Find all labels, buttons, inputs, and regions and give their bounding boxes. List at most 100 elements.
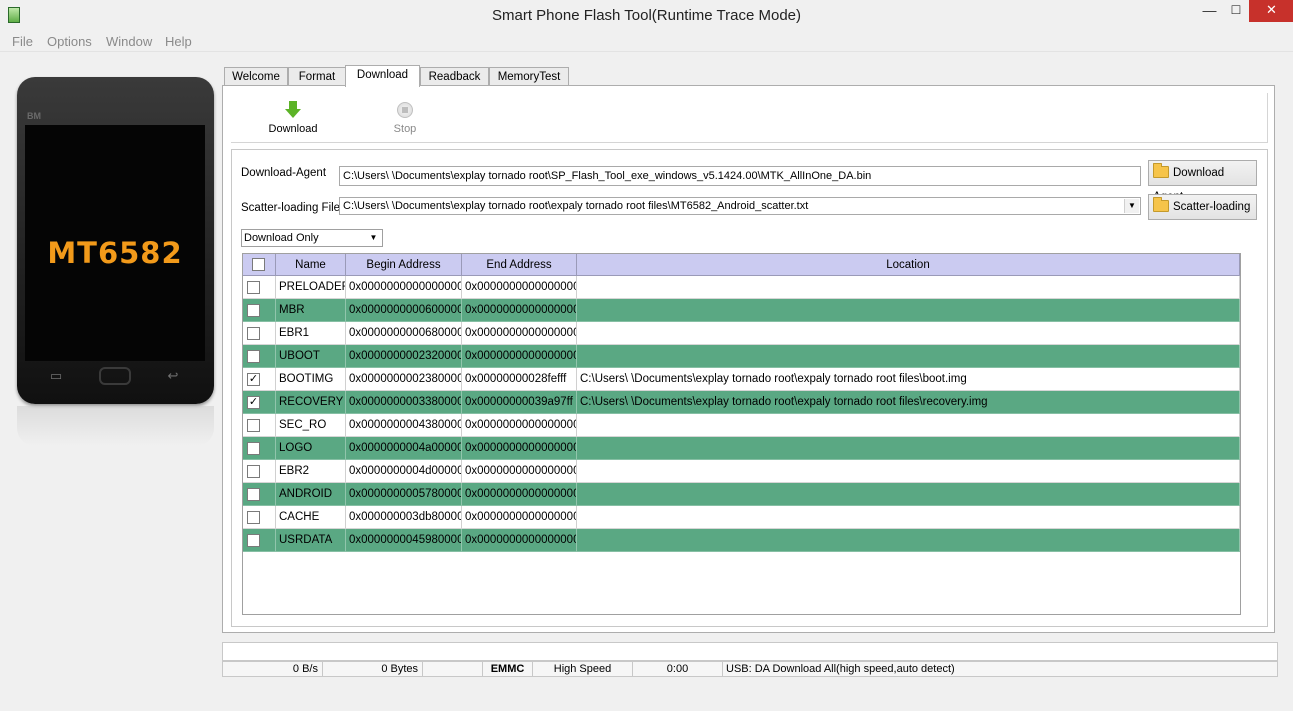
table-row[interactable]: EBR1 0x0000000000680000 0x0000000000000000 [243, 322, 1240, 345]
table-row[interactable]: CACHE 0x000000003db80000 0x000000000000000… [243, 506, 1240, 529]
phone-home-key-icon [99, 367, 131, 385]
location[interactable] [577, 414, 1240, 437]
table-row[interactable]: SEC_RO 0x0000000004380000 0x00000000000000… [243, 414, 1240, 437]
status-message: USB: DA Download All(high speed,auto det… [726, 663, 955, 675]
partition-name: PRELOADER [276, 276, 346, 299]
tab-readback[interactable]: Readback [420, 67, 489, 87]
row-checkbox[interactable] [247, 534, 260, 547]
tab-format[interactable]: Format [288, 67, 346, 87]
location[interactable] [577, 299, 1240, 322]
row-checkbox[interactable] [247, 281, 260, 294]
begin-address: 0x000000003db80000 [346, 506, 462, 529]
menu-bar: File Options Window Help [0, 31, 1293, 52]
row-checkbox-cell [243, 414, 276, 437]
scatter-loading-button[interactable]: Scatter-loading [1148, 194, 1257, 220]
row-checkbox-cell [243, 483, 276, 506]
column-header-name[interactable]: Name [276, 254, 346, 276]
row-checkbox[interactable]: ✓ [247, 373, 260, 386]
column-header-end-address[interactable]: End Address [462, 254, 577, 276]
location[interactable] [577, 506, 1240, 529]
stop-icon [397, 102, 413, 118]
phone-back-key-icon: ↩ [167, 368, 179, 383]
chevron-down-icon[interactable]: ▼ [1124, 199, 1139, 213]
end-address: 0x0000000000000000 [462, 529, 577, 552]
row-checkbox[interactable] [247, 511, 260, 524]
location[interactable] [577, 437, 1240, 460]
row-checkbox[interactable] [247, 350, 260, 363]
maximize-button[interactable]: ☐ [1223, 0, 1249, 22]
row-checkbox[interactable] [247, 465, 260, 478]
tab-memorytest[interactable]: MemoryTest [489, 67, 569, 87]
partition-name: ANDROID [276, 483, 346, 506]
column-header-begin-address[interactable]: Begin Address [346, 254, 462, 276]
row-checkbox-cell [243, 299, 276, 322]
close-button[interactable]: ✕ [1249, 0, 1293, 22]
begin-address: 0x0000000002380000 [346, 368, 462, 391]
table-row[interactable]: PRELOADER 0x0000000000000000 0x00000000000… [243, 276, 1240, 299]
scatter-loading-button-label: Scatter-loading [1173, 201, 1251, 213]
download-button[interactable]: Download [263, 101, 323, 135]
begin-address: 0x0000000000680000 [346, 322, 462, 345]
menu-file[interactable]: File [12, 34, 33, 49]
phone-brand: BM [27, 111, 41, 121]
begin-address: 0x0000000000000000 [346, 276, 462, 299]
status-speed: 0 B/s [223, 662, 323, 676]
row-checkbox-cell [243, 460, 276, 483]
partition-name: BOOTIMG [276, 368, 346, 391]
table-row[interactable]: MBR 0x0000000000600000 0x0000000000000000 [243, 299, 1240, 322]
download-mode-select[interactable]: Download Only ▼ [241, 229, 383, 247]
partition-table: Name Begin Address End Address Location … [242, 253, 1241, 615]
download-agent-field[interactable]: C:\Users\ \Documents\explay tornado root… [339, 166, 1141, 186]
location[interactable]: C:\Users\ \Documents\explay tornado root… [577, 368, 1240, 391]
download-panel: Download Stop Download-Agent C:\Users\ \… [222, 85, 1275, 633]
stop-button[interactable]: Stop [381, 101, 429, 135]
row-checkbox-cell: ✓ [243, 391, 276, 414]
table-row[interactable]: ✓ BOOTIMG 0x0000000002380000 0x00000000028f… [243, 368, 1240, 391]
table-row[interactable]: ANDROID 0x0000000005780000 0x0000000000000… [243, 483, 1240, 506]
location[interactable] [577, 529, 1240, 552]
row-checkbox[interactable] [247, 327, 260, 340]
row-checkbox[interactable] [247, 419, 260, 432]
location[interactable]: C:\Users\ \Documents\explay tornado root… [577, 391, 1240, 414]
status-blank [423, 662, 483, 676]
end-address: 0x0000000000000000 [462, 276, 577, 299]
begin-address: 0x0000000003380000 [346, 391, 462, 414]
minimize-button[interactable]: — [1196, 0, 1223, 22]
phone-menu-key-icon: ▭ [49, 368, 63, 383]
tab-download[interactable]: Download [345, 65, 420, 87]
row-checkbox[interactable] [247, 442, 260, 455]
row-checkbox[interactable] [247, 304, 260, 317]
table-row[interactable]: EBR2 0x0000000004d00000 0x0000000000000000 [243, 460, 1240, 483]
status-time: 0:00 [633, 662, 723, 676]
begin-address: 0x0000000000600000 [346, 299, 462, 322]
download-agent-button[interactable]: Download Agent [1148, 160, 1257, 203]
begin-address: 0x0000000004d00000 [346, 460, 462, 483]
table-row[interactable]: UBOOT 0x0000000002320000 0x000000000000000… [243, 345, 1240, 368]
menu-help[interactable]: Help [165, 34, 192, 49]
location[interactable] [577, 276, 1240, 299]
end-address: 0x0000000000000000 [462, 506, 577, 529]
end-address: 0x0000000000000000 [462, 437, 577, 460]
folder-icon [1153, 162, 1169, 178]
table-row[interactable]: ✓ RECOVERY 0x0000000003380000 0x00000000039… [243, 391, 1240, 414]
location[interactable] [577, 483, 1240, 506]
begin-address: 0x0000000005780000 [346, 483, 462, 506]
download-button-label: Download [268, 123, 318, 135]
menu-options[interactable]: Options [47, 34, 92, 49]
location[interactable] [577, 345, 1240, 368]
location[interactable] [577, 460, 1240, 483]
table-row[interactable]: LOGO 0x0000000004a00000 0x0000000000000000 [243, 437, 1240, 460]
status-storage: EMMC [483, 662, 533, 676]
scatter-file-combo[interactable]: C:\Users\ \Documents\explay tornado root… [339, 197, 1141, 215]
chevron-down-icon[interactable]: ▼ [366, 231, 381, 245]
menu-window[interactable]: Window [106, 34, 152, 49]
tab-welcome[interactable]: Welcome [224, 67, 288, 87]
row-checkbox[interactable] [247, 488, 260, 501]
end-address: 0x00000000039a97ff [462, 391, 577, 414]
row-checkbox[interactable]: ✓ [247, 396, 260, 409]
column-header-location[interactable]: Location [577, 254, 1240, 276]
select-all-checkbox[interactable] [252, 258, 265, 271]
window-title: Smart Phone Flash Tool(Runtime Trace Mod… [491, 7, 802, 24]
table-row[interactable]: USRDATA 0x0000000045980000 0x0000000000000… [243, 529, 1240, 552]
location[interactable] [577, 322, 1240, 345]
